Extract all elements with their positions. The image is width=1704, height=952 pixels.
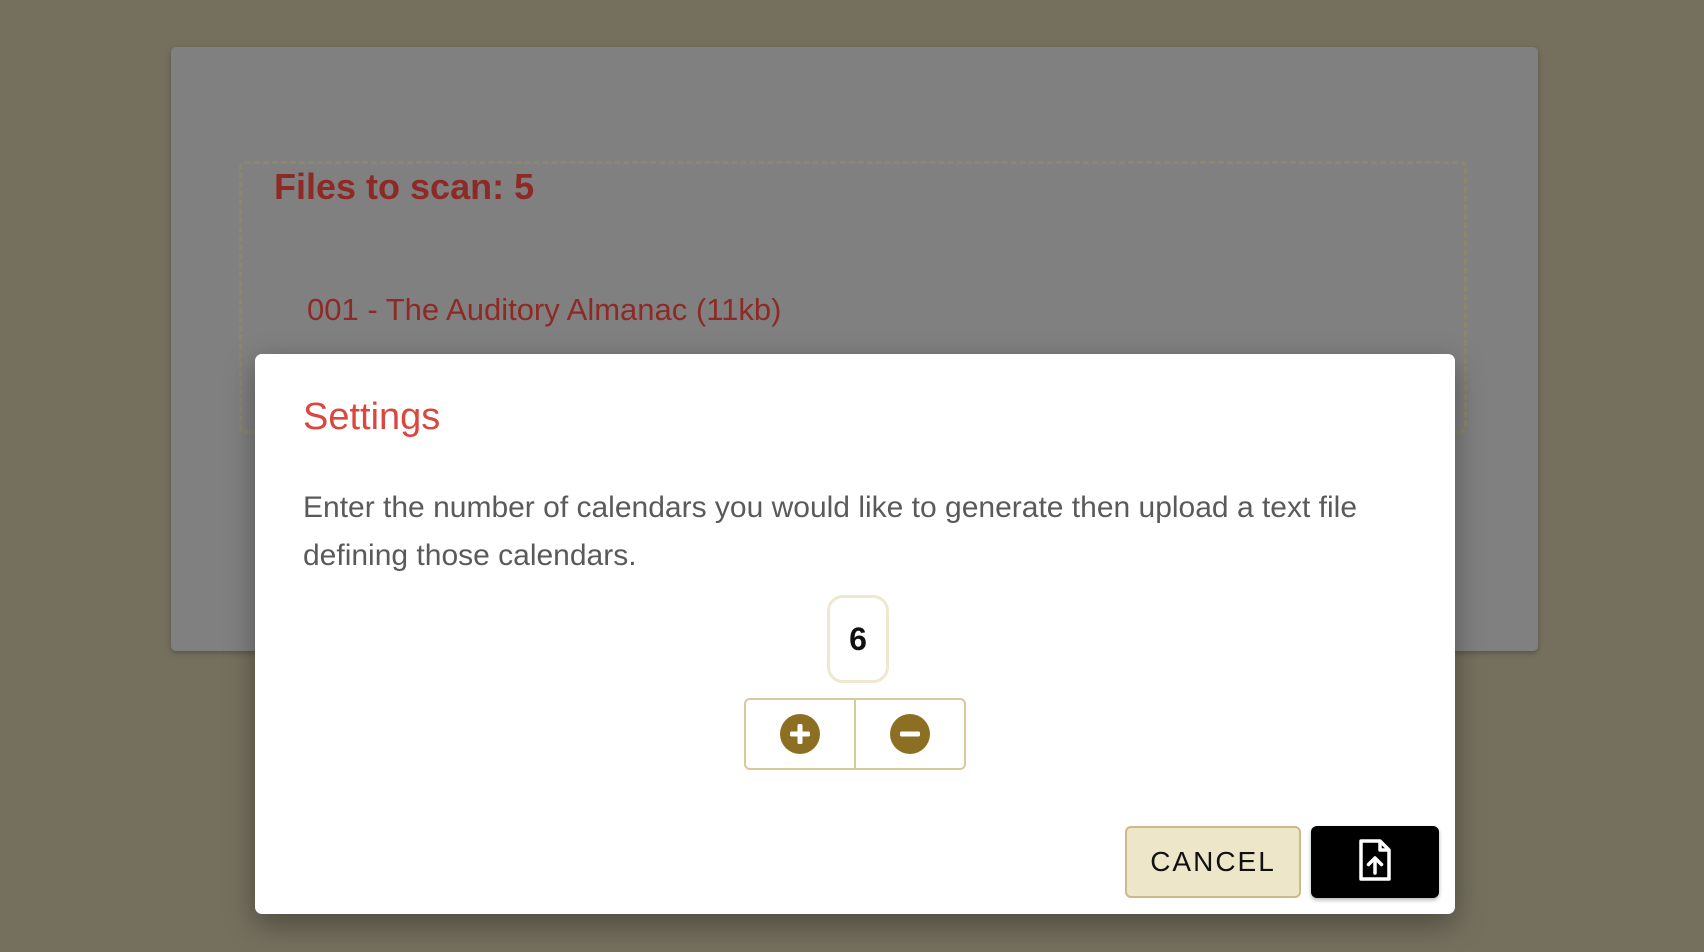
decrement-button[interactable] [854,700,964,768]
calendar-count-stepper [744,698,966,770]
file-upload-icon [1358,838,1392,886]
calendar-count-display: 6 [827,595,889,683]
settings-dialog: Settings Enter the number of calendars y… [255,354,1455,914]
increment-button[interactable] [746,700,854,768]
upload-file-button[interactable] [1311,826,1439,898]
dialog-title: Settings [303,396,441,438]
minus-circle-icon [889,713,931,755]
dialog-description: Enter the number of calendars you would … [303,491,1357,572]
cancel-button[interactable]: CANCEL [1125,826,1301,898]
plus-circle-icon [779,713,821,755]
